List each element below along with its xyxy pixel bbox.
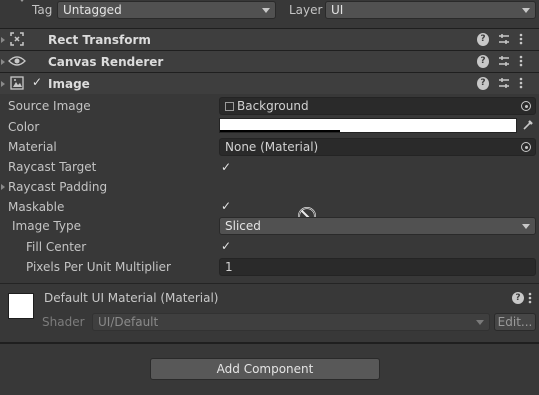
foldout-arrow-icon[interactable] — [1, 184, 5, 190]
chevron-down-icon — [522, 224, 530, 229]
context-menu-icon[interactable] — [519, 55, 531, 68]
ppu-multiplier-value: 1 — [225, 260, 233, 274]
material-value: None (Material) — [225, 140, 319, 154]
foldout-arrow-icon — [1, 59, 5, 65]
presets-icon[interactable] — [498, 33, 510, 46]
ppu-multiplier-input[interactable]: 1 — [219, 258, 536, 276]
material-label: Material — [8, 140, 57, 154]
add-component-button[interactable]: Add Component — [150, 358, 380, 380]
help-icon[interactable]: ? — [512, 292, 524, 304]
image-component-icon — [10, 76, 24, 90]
material-field[interactable]: None (Material) — [219, 138, 536, 156]
alpha-bar — [220, 130, 340, 132]
material-preview-thumbnail — [8, 293, 34, 319]
layer-dropdown[interactable]: UI — [325, 1, 536, 19]
shader-dropdown: UI/Default — [92, 313, 490, 331]
help-icon[interactable]: ? — [477, 55, 489, 68]
raycast-padding-label[interactable]: Raycast Padding — [8, 180, 107, 194]
color-swatch[interactable] — [219, 118, 517, 133]
rect-transform-title: Rect Transform — [48, 33, 151, 47]
presets-icon[interactable] — [498, 55, 510, 68]
material-section-title: Default UI Material (Material) — [44, 291, 219, 305]
canvas-renderer-title: Canvas Renderer — [48, 55, 164, 69]
sprite-icon — [225, 102, 234, 111]
shader-edit-button[interactable]: Edit... — [494, 313, 536, 331]
shader-value: UI/Default — [98, 315, 159, 329]
raycast-target-checkbox[interactable]: ✓ — [219, 160, 233, 174]
rect-transform-header[interactable]: Rect Transform ? — [0, 28, 539, 50]
chevron-down-icon — [262, 8, 270, 13]
enabled-checkbox[interactable]: ✓ — [30, 75, 44, 89]
image-type-label: Image Type — [12, 219, 81, 233]
eyedropper-icon[interactable] — [522, 119, 534, 131]
fill-center-label: Fill Center — [26, 240, 87, 254]
help-icon[interactable]: ? — [477, 77, 489, 90]
presets-icon[interactable] — [498, 77, 510, 90]
maskable-checkbox[interactable]: ✓ — [219, 199, 233, 213]
shader-label: Shader — [42, 315, 85, 329]
fill-center-checkbox[interactable]: ✓ — [219, 239, 233, 253]
object-picker-icon[interactable] — [521, 101, 531, 111]
image-title: Image — [48, 77, 90, 91]
section-divider — [0, 342, 539, 344]
color-label: Color — [8, 120, 40, 134]
context-menu-icon[interactable] — [519, 77, 531, 90]
image-type-value: Sliced — [225, 219, 261, 233]
tag-dropdown[interactable]: Untagged — [57, 1, 276, 19]
source-image-field[interactable]: Background — [219, 97, 536, 115]
ppu-multiplier-label: Pixels Per Unit Multiplier — [26, 260, 171, 274]
object-picker-icon[interactable] — [521, 142, 531, 152]
rect-transform-icon — [10, 32, 24, 46]
top-bar: Tag Untagged Layer UI — [0, 0, 539, 22]
fold-arrow-icon — [18, 0, 26, 2]
eye-icon — [8, 55, 26, 67]
foldout-arrow-icon — [1, 81, 5, 87]
foldout-arrow-icon — [1, 37, 5, 43]
context-menu-icon[interactable] — [519, 33, 531, 46]
section-divider — [0, 283, 539, 284]
image-header[interactable]: ✓ Image ? — [0, 72, 539, 94]
image-type-dropdown[interactable]: Sliced — [219, 217, 536, 235]
source-image-value: Background — [237, 99, 309, 113]
help-icon[interactable]: ? — [477, 33, 489, 46]
raycast-target-label: Raycast Target — [8, 160, 97, 174]
tag-label: Tag — [32, 3, 53, 17]
source-image-label: Source Image — [8, 99, 91, 113]
tag-value: Untagged — [63, 3, 122, 17]
layer-label: Layer — [289, 3, 323, 17]
canvas-renderer-header[interactable]: Canvas Renderer ? — [0, 50, 539, 72]
maskable-label: Maskable — [8, 200, 65, 214]
context-menu-icon[interactable] — [528, 292, 532, 304]
chevron-down-icon — [476, 320, 484, 325]
chevron-down-icon — [522, 8, 530, 13]
layer-value: UI — [331, 3, 344, 17]
